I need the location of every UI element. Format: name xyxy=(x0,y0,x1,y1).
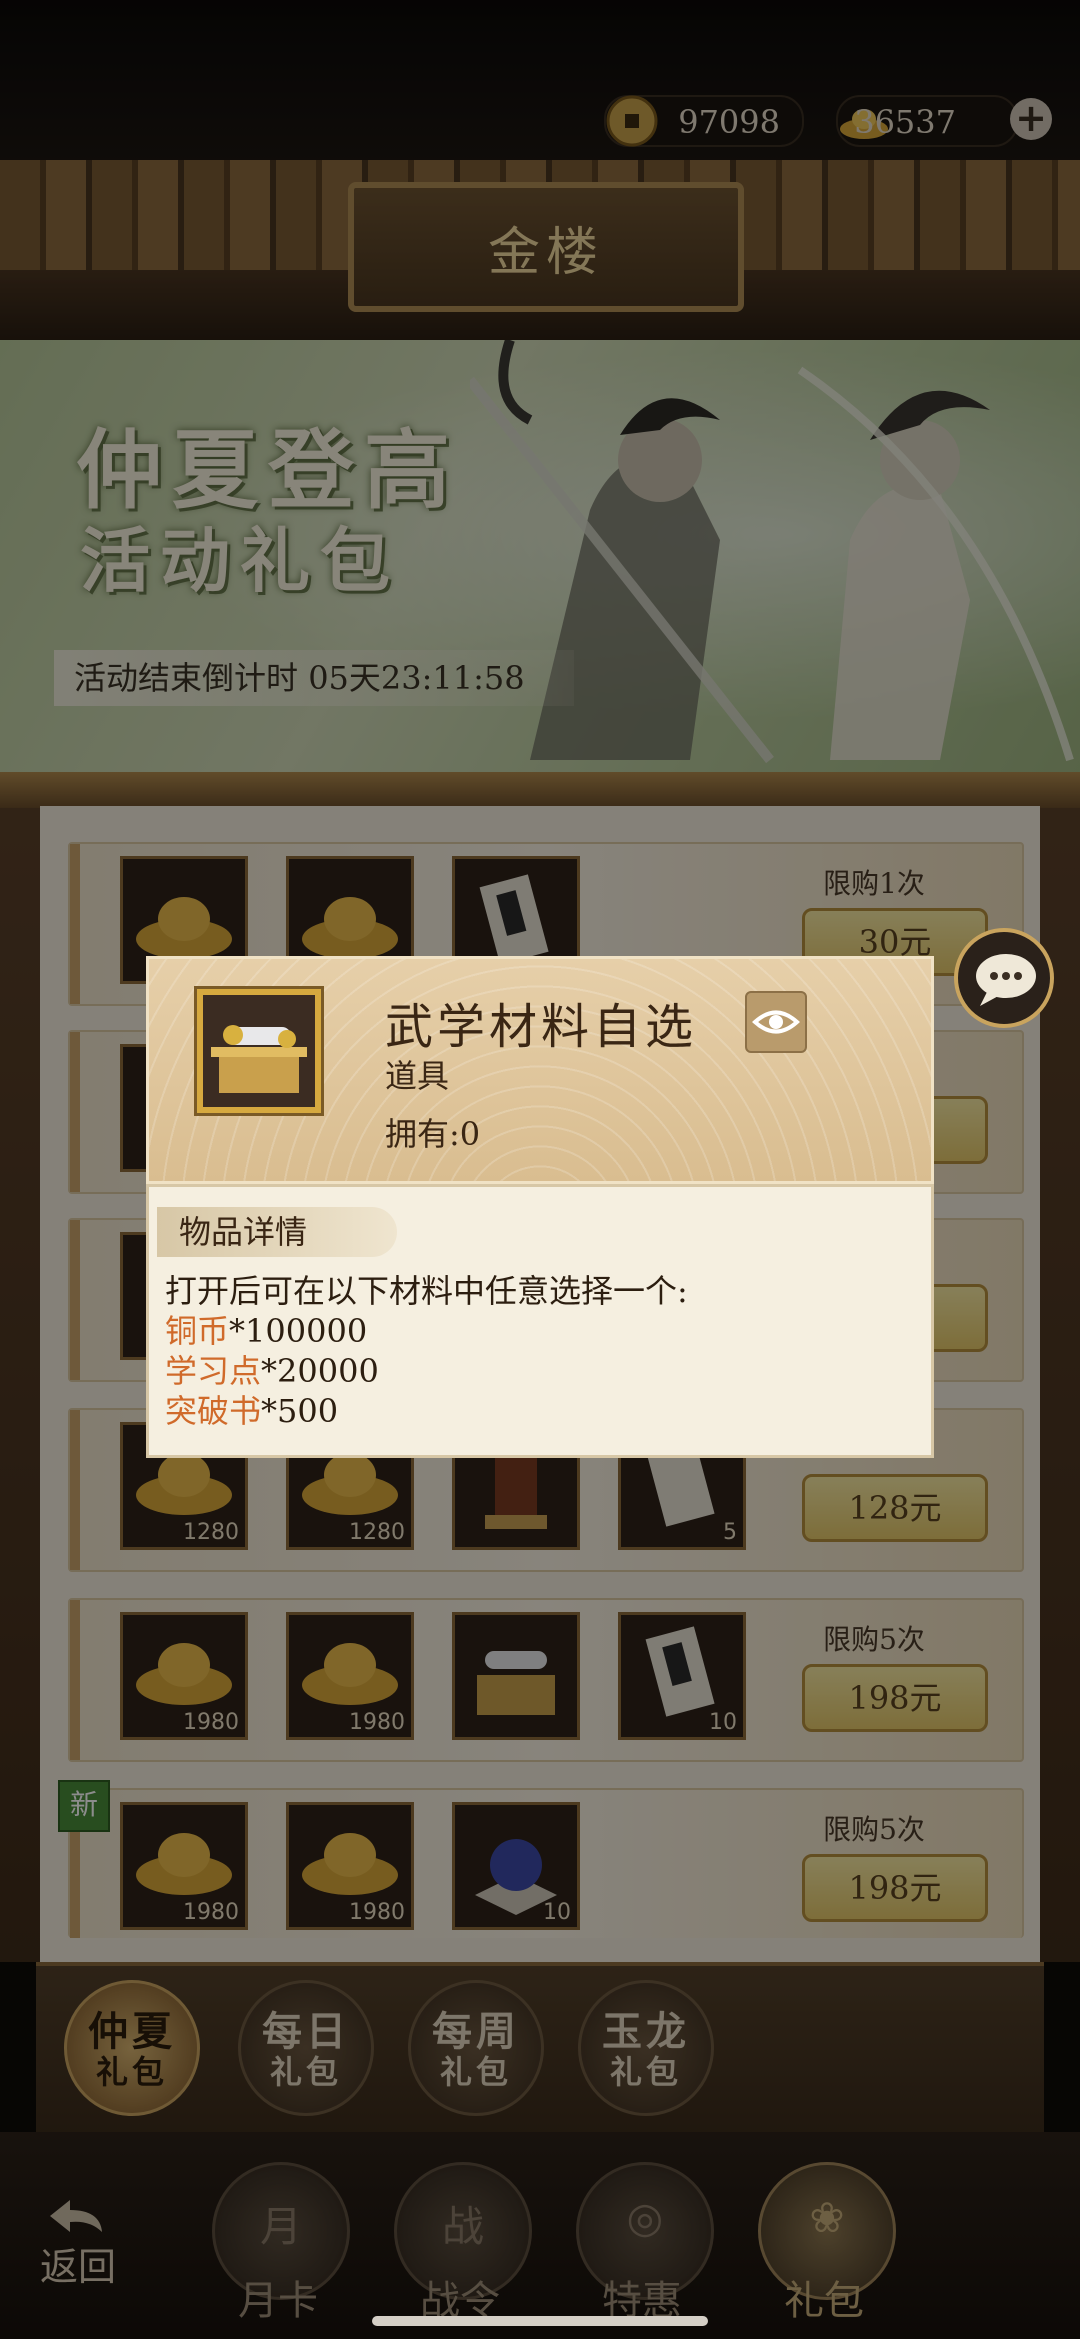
tab-label: 礼包 xyxy=(609,2053,682,2091)
popup-header: 武学材料自选 道具 拥有:0 xyxy=(146,956,934,1184)
item-count: 10 xyxy=(709,1710,737,1735)
item-count: 1980 xyxy=(349,1710,405,1735)
pack-list-top-beam xyxy=(0,772,1080,808)
item-owned-count: 拥有:0 xyxy=(385,1115,481,1153)
eye-icon xyxy=(752,1010,800,1034)
item-name: 武学材料自选 xyxy=(385,999,698,1055)
item-type: 道具 xyxy=(385,1057,450,1095)
option-line: 铜币*100000 xyxy=(165,1311,688,1351)
item-slot[interactable]: 1980 xyxy=(120,1802,248,1930)
back-button[interactable]: 返回 xyxy=(40,2196,116,2291)
item-count: 5 xyxy=(723,1520,737,1545)
buy-button[interactable]: 198元 xyxy=(802,1854,988,1922)
add-currency-button[interactable]: + xyxy=(1010,98,1052,140)
fighters-illustration xyxy=(470,340,1074,764)
option-line: 学习点*20000 xyxy=(165,1351,688,1391)
row-edge xyxy=(70,1220,80,1380)
tab-jade-dragon-pack[interactable]: 玉龙 礼包 xyxy=(578,1980,714,2116)
item-count: 1980 xyxy=(183,1900,239,1925)
countdown-value: 05天23:11:58 xyxy=(308,659,525,697)
purchase-limit: 限购5次 xyxy=(823,1813,925,1846)
event-countdown: 活动结束倒计时 05天23:11:58 xyxy=(54,650,574,706)
chat-bubble-icon xyxy=(976,954,1036,1006)
pack-row: 1980 1980 10 限购5次 198元 xyxy=(68,1598,1024,1762)
coin-value: 97098 xyxy=(678,103,780,141)
nav-label: 礼包 xyxy=(784,2278,864,2324)
purchase-limit: 限购5次 xyxy=(823,1623,925,1656)
row-edge xyxy=(70,844,80,1004)
tab-daily-pack[interactable]: 每日 礼包 xyxy=(238,1980,374,2116)
item-description: 打开后可在以下材料中任意选择一个: 铜币*100000 学习点*20000 突破… xyxy=(165,1271,688,1431)
new-badge: 新 xyxy=(58,1780,110,1832)
option-line: 突破书*500 xyxy=(165,1391,688,1431)
tab-label: 礼包 xyxy=(269,2053,342,2091)
title-plaque: 金楼 xyxy=(348,182,744,312)
purchase-limit: 限购1次 xyxy=(823,867,925,900)
preview-button[interactable] xyxy=(745,991,807,1053)
coin-balance: 97098 xyxy=(604,95,804,147)
item-count: 1280 xyxy=(349,1520,405,1545)
row-edge xyxy=(70,1032,80,1192)
chat-button[interactable] xyxy=(954,928,1054,1028)
item-count: 1280 xyxy=(183,1520,239,1545)
bottom-nav xyxy=(0,2132,1080,2339)
buy-button[interactable]: 128元 xyxy=(802,1474,988,1542)
detail-tab: 物品详情 xyxy=(157,1207,397,1257)
option-amount: *500 xyxy=(261,1392,339,1430)
scroll-chest-icon xyxy=(477,1651,555,1715)
option-amount: *20000 xyxy=(261,1352,379,1390)
row-edge xyxy=(70,1410,80,1570)
tab-label: 礼包 xyxy=(95,2053,168,2091)
option-amount: *100000 xyxy=(229,1312,368,1350)
home-indicator[interactable] xyxy=(372,2316,708,2326)
tab-label: 礼包 xyxy=(439,2053,512,2091)
item-icon-frame xyxy=(194,986,324,1116)
item-slot[interactable]: 1980 xyxy=(120,1612,248,1740)
row-edge xyxy=(70,1600,80,1760)
event-banner: 仲夏登高 活动礼包 活动结束倒计时 05天23:11:58 xyxy=(0,340,1080,772)
item-slot[interactable]: 1980 xyxy=(286,1802,414,1930)
item-count: 10 xyxy=(543,1900,571,1925)
banner-subtitle: 活动礼包 xyxy=(80,519,400,602)
ingot-balance: 36537 xyxy=(836,95,1018,147)
gift-pack-icon: ❀ xyxy=(809,2193,845,2242)
item-count: 1980 xyxy=(183,1710,239,1735)
option-name: 突破书 xyxy=(165,1392,262,1430)
item-slot[interactable]: 10 xyxy=(618,1612,746,1740)
item-detail-popup: 武学材料自选 道具 拥有:0 物品详情 打开后可在以下材料中任意选择一个: 铜币… xyxy=(146,956,934,1458)
option-name: 铜币 xyxy=(165,1312,230,1350)
option-name: 学习点 xyxy=(165,1352,262,1390)
back-label: 返回 xyxy=(40,2245,117,2289)
monthly-card-icon: 月 xyxy=(259,2202,302,2251)
item-slot[interactable] xyxy=(452,1612,580,1740)
battle-pass-icon: 战 xyxy=(441,2202,484,2251)
scroll-chest-icon xyxy=(211,1025,307,1093)
tab-midsummer-pack[interactable]: 仲夏 礼包 xyxy=(64,1980,200,2116)
back-arrow-icon xyxy=(50,2200,102,2232)
coin-icon xyxy=(606,95,658,147)
item-slot[interactable]: 1980 xyxy=(286,1612,414,1740)
pack-row: 1980 1980 10 限购5次 198元 xyxy=(68,1788,1024,1938)
nav-label: 月卡 xyxy=(238,2278,318,2324)
tab-weekly-pack[interactable]: 每周 礼包 xyxy=(408,1980,544,2116)
item-slot[interactable]: 10 xyxy=(452,1802,580,1930)
special-offer-icon: ◎ xyxy=(626,2193,664,2242)
buy-button[interactable]: 198元 xyxy=(802,1664,988,1732)
ingot-value: 36537 xyxy=(854,103,956,141)
item-count: 1980 xyxy=(349,1900,405,1925)
page-title: 金楼 xyxy=(487,223,604,283)
description-intro: 打开后可在以下材料中任意选择一个: xyxy=(165,1272,688,1310)
popup-body: 物品详情 打开后可在以下材料中任意选择一个: 铜币*100000 学习点*200… xyxy=(146,1184,934,1458)
countdown-label: 活动结束倒计时 xyxy=(74,659,299,697)
